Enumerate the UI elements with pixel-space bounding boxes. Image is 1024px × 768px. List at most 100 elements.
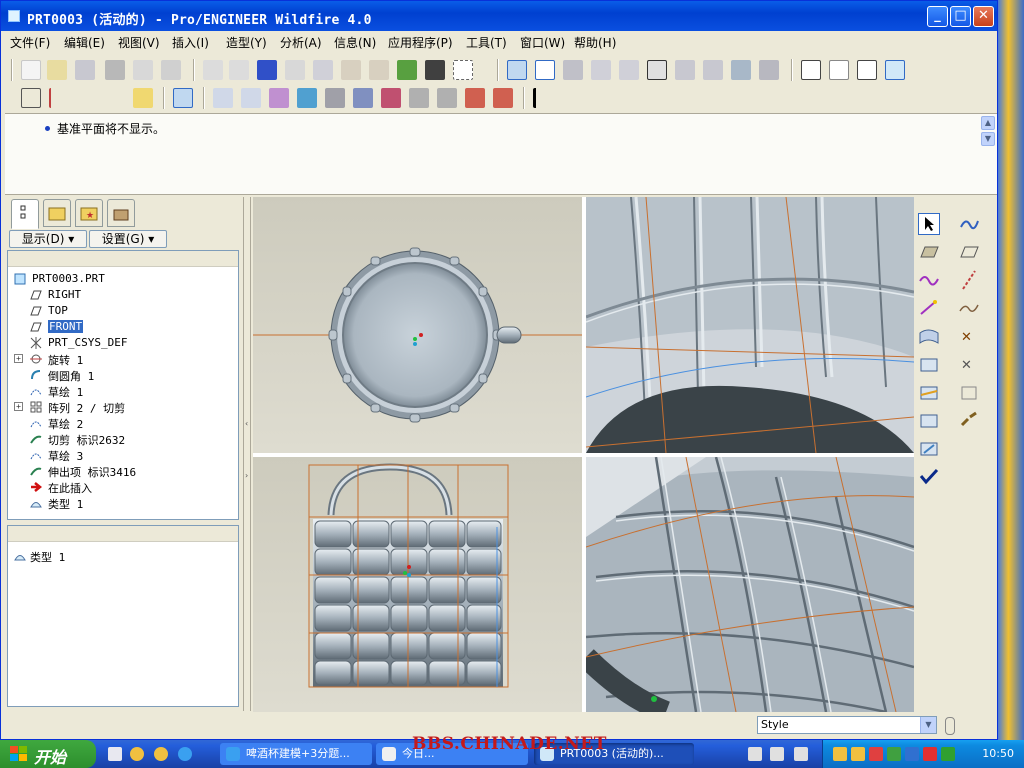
arc-icon[interactable] [918,297,940,319]
surface-blend-icon[interactable] [918,437,940,459]
model-tree-settings-icon[interactable] [397,60,417,80]
qq-tray-icon[interactable] [833,747,847,761]
menu-styling[interactable]: 造型(Y) [226,34,267,51]
menu-edit[interactable]: 编辑(E) [64,34,105,51]
expand-icon[interactable]: + [14,354,23,363]
expand-right-icon[interactable]: › [245,471,248,480]
annotation-display-icon[interactable] [133,88,153,108]
link-icon[interactable] [958,409,980,431]
message-scrollbar[interactable]: ▲ ▼ [981,116,995,148]
curve-from-datum-icon[interactable] [958,213,980,235]
find-icon[interactable] [425,60,445,80]
network-icon[interactable] [887,747,901,761]
tab-connections[interactable] [107,199,135,227]
paste-icon[interactable] [341,60,361,80]
datum-plane-display-icon[interactable] [21,88,41,108]
send-mail-icon[interactable] [133,60,153,80]
print-icon[interactable] [105,60,125,80]
viewport-front-view[interactable] [253,457,582,712]
show-dropdown[interactable]: 显示(D) ▾ [9,230,87,248]
expand-icon[interactable]: + [14,402,23,411]
chevron-down-icon[interactable]: ▼ [920,717,936,733]
curve-on-surface-icon[interactable]: ✕ [958,353,980,375]
menu-help[interactable]: 帮助(H) [574,34,616,51]
spin-center-icon[interactable] [563,60,583,80]
antivirus-icon[interactable] [869,747,883,761]
connect-surfaces-icon[interactable] [918,353,940,375]
section-analysis-icon[interactable] [241,88,261,108]
collapse-left-icon[interactable]: ‹ [245,419,248,428]
menu-window[interactable]: 窗口(W) [520,34,565,51]
menu-tools[interactable]: 工具(T) [466,34,507,51]
gaussian-curvature-icon[interactable] [297,88,317,108]
style-grid-icon[interactable] [173,88,193,108]
close-button[interactable]: ✕ [973,6,994,27]
speaker-icon[interactable] [905,747,919,761]
ati-icon[interactable] [923,747,937,761]
viewport-iso-inner[interactable] [586,197,914,453]
copy-icon[interactable] [313,60,333,80]
pane-splitter[interactable]: ‹ › [243,197,251,711]
repaint-icon[interactable] [507,60,527,80]
edit-curve-icon[interactable] [958,297,980,319]
view-manager-icon[interactable] [759,60,779,80]
offset-curve-icon[interactable] [958,381,980,403]
saved-views-icon[interactable] [703,60,723,80]
new-file-icon[interactable] [21,60,41,80]
paste-special-icon[interactable] [369,60,389,80]
save-icon[interactable] [75,60,95,80]
edit-surface-icon[interactable] [918,409,940,431]
shading-icon[interactable] [885,60,905,80]
quicklaunch-qq-icon[interactable] [130,747,144,761]
zoom-in-icon[interactable] [591,60,611,80]
datum-point-display-icon[interactable] [77,88,97,108]
zoom-out-icon[interactable] [619,60,639,80]
keyboard-icon[interactable] [748,747,762,761]
refit-icon[interactable] [647,60,667,80]
hide-analysis-icon[interactable] [465,88,485,108]
minimize-button[interactable]: _ [927,6,948,27]
menu-view[interactable]: 视图(V) [118,34,160,51]
trim-surface-icon[interactable] [918,381,940,403]
viewport-top-view[interactable] [253,197,582,453]
scroll-up-icon[interactable]: ▲ [981,116,995,130]
redo-icon[interactable] [229,60,249,80]
tab-favorites[interactable]: ★ [75,199,103,227]
save-analysis-icon[interactable] [437,88,457,108]
drop-curve-icon[interactable]: ✕ [958,325,980,347]
no-hidden-icon[interactable] [857,60,877,80]
create-curve-icon[interactable] [918,269,940,291]
menu-insert[interactable]: 插入(I) [172,34,209,51]
hidden-line-icon[interactable] [829,60,849,80]
scroll-down-icon[interactable]: ▼ [981,132,995,146]
menu-file[interactable]: 文件(F) [10,34,50,51]
qq2-tray-icon[interactable] [851,747,865,761]
curvature-analysis-icon[interactable] [213,88,233,108]
maximize-button[interactable]: □ [950,6,971,27]
tab-folder-browser[interactable] [43,199,71,227]
filter-select[interactable]: Style ▼ [757,716,937,734]
cut-icon[interactable] [285,60,305,80]
reflection-analysis-icon[interactable] [325,88,345,108]
wireframe-icon[interactable] [801,60,821,80]
delete-analysis-icon[interactable] [493,88,513,108]
select-arrow-icon[interactable] [918,213,940,235]
graphics-area[interactable] [253,197,914,712]
help-tray-icon[interactable] [770,747,784,761]
settings-dropdown[interactable]: 设置(G) ▾ [89,230,167,248]
viewport-iso-outer[interactable] [586,457,914,712]
regenerate-icon[interactable] [257,60,277,80]
title-bar[interactable]: PRT0003 (活动的) - Pro/ENGINEER Wildfire 4.… [1,1,997,31]
quicklaunch-desktop-icon[interactable] [108,747,122,761]
send-link-icon[interactable] [161,60,181,80]
start-button[interactable]: 开始 [0,740,96,768]
menu-info[interactable]: 信息(N) [334,34,376,51]
security-shield-icon[interactable] [941,747,955,761]
slope-analysis-icon[interactable] [381,88,401,108]
menu-analysis[interactable]: 分析(A) [280,34,322,51]
dihedral-analysis-icon[interactable] [409,88,429,108]
orient-mode-icon[interactable] [535,60,555,80]
quicklaunch-qq2-icon[interactable] [154,747,168,761]
context-help-icon[interactable] [533,88,553,108]
select-box-icon[interactable] [453,60,473,80]
